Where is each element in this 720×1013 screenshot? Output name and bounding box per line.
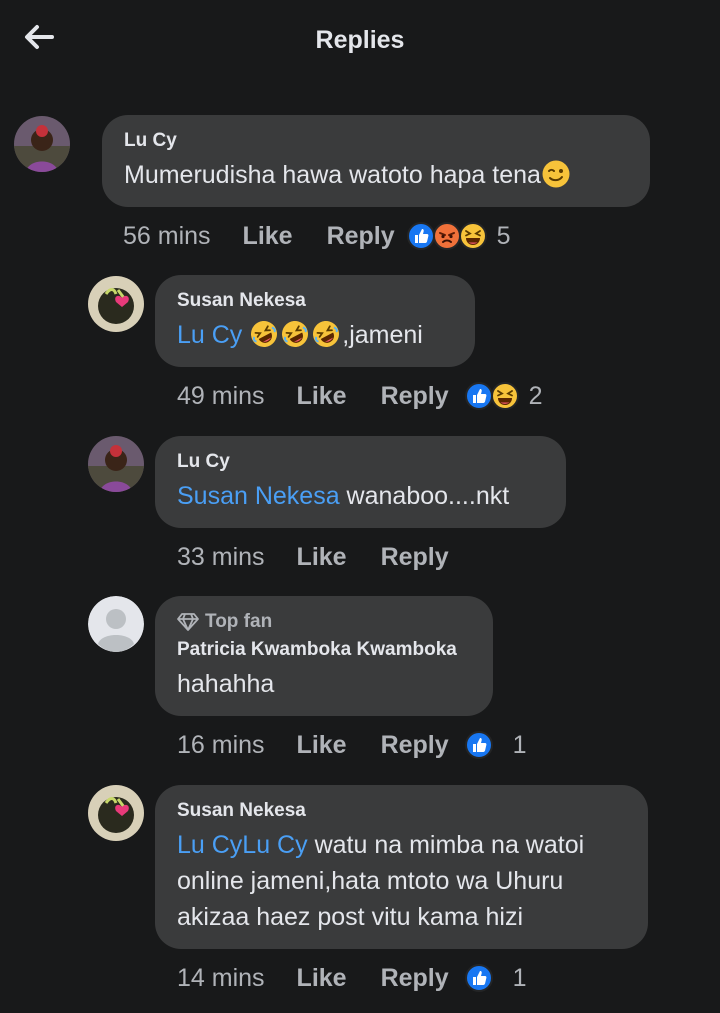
comment-bubble: Lu Cy Susan Nekesa wanaboo....nkt xyxy=(155,436,566,528)
reply-button[interactable]: Reply xyxy=(381,964,449,993)
like-icon xyxy=(465,382,493,410)
page-title: Replies xyxy=(315,26,405,54)
mention-link[interactable]: Lu CyLu Cy xyxy=(177,831,308,859)
comment-time: 16 mins xyxy=(177,730,265,759)
reaction-count: 1 xyxy=(512,963,527,992)
comment-text: Susan Nekesa wanaboo....nkt xyxy=(177,478,544,514)
like-icon xyxy=(465,731,493,759)
avatar-lu-cy[interactable] xyxy=(14,116,70,172)
reaction-count: 5 xyxy=(496,221,511,250)
rofl-emoji-icon xyxy=(249,319,279,349)
diamond-icon xyxy=(177,613,199,631)
angry-icon xyxy=(433,222,461,250)
like-button[interactable]: Like xyxy=(297,543,347,572)
comment-meta: 14 mins Like Reply 1 xyxy=(177,958,527,998)
reply-button[interactable]: Reply xyxy=(381,382,449,411)
mention-link[interactable]: Lu Cy xyxy=(177,321,242,349)
comment-meta: 49 mins Like Reply 2 xyxy=(177,376,543,416)
comment-text-body: wanaboo....nkt xyxy=(339,482,510,510)
like-button[interactable]: Like xyxy=(297,964,347,993)
comment-bubble: Susan Nekesa Lu Cy ,jameni xyxy=(155,275,475,367)
comment-time: 56 mins xyxy=(123,221,211,250)
top-fan-badge: Top fan xyxy=(177,610,471,634)
comment-bubble: Lu Cy Mumerudisha hawa watoto hapa tena xyxy=(102,115,650,207)
reaction-summary[interactable]: 1 xyxy=(465,731,527,760)
like-icon xyxy=(407,222,435,250)
comment-text: Lu Cy ,jameni xyxy=(177,317,453,353)
comment-text-body: ,jameni xyxy=(342,321,423,349)
comment-bubble: Susan Nekesa Lu CyLu Cy watu na mimba na… xyxy=(155,785,648,949)
comment-text: Mumerudisha hawa watoto hapa tena xyxy=(124,157,628,193)
rofl-emoji-icon xyxy=(280,319,310,349)
like-button[interactable]: Like xyxy=(243,222,293,251)
like-button[interactable]: Like xyxy=(297,382,347,411)
comment-author[interactable]: Susan Nekesa xyxy=(177,289,453,313)
comment-meta: 16 mins Like Reply 1 xyxy=(177,725,527,765)
comment-time: 49 mins xyxy=(177,381,265,410)
comment-bubble: Top fan Patricia Kwamboka Kwamboka hahah… xyxy=(155,596,493,716)
comment-time: 14 mins xyxy=(177,963,265,992)
comment-author[interactable]: Lu Cy xyxy=(124,129,628,153)
avatar-susan-nekesa[interactable] xyxy=(88,276,144,332)
comment-time: 33 mins xyxy=(177,542,265,571)
reaction-summary[interactable]: 1 xyxy=(465,964,527,993)
comment-meta: 33 mins Like Reply xyxy=(177,537,483,577)
rofl-emoji-icon xyxy=(311,319,341,349)
comment-author[interactable]: Patricia Kwamboka Kwamboka xyxy=(177,638,471,662)
comment-text: hahahha xyxy=(177,670,275,698)
comment-text: Lu CyLu Cy watu na mimba na watoi online… xyxy=(177,827,626,935)
top-fan-label: Top fan xyxy=(205,611,273,632)
reply-button[interactable]: Reply xyxy=(327,222,395,251)
reply-button[interactable]: Reply xyxy=(381,731,449,760)
avatar-susan-nekesa[interactable] xyxy=(88,785,144,841)
reaction-count: 1 xyxy=(512,730,527,759)
reaction-summary[interactable]: 5 xyxy=(407,222,511,251)
wink-emoji-icon xyxy=(541,159,571,189)
avatar-default[interactable] xyxy=(88,596,144,652)
like-icon xyxy=(465,964,493,992)
reaction-count: 2 xyxy=(528,381,543,410)
comment-author[interactable]: Lu Cy xyxy=(177,450,544,474)
comment-author[interactable]: Susan Nekesa xyxy=(177,799,626,823)
comment-text-body: Mumerudisha hawa watoto hapa tena xyxy=(124,161,541,189)
avatar-lu-cy[interactable] xyxy=(88,436,144,492)
like-button[interactable]: Like xyxy=(297,731,347,760)
laugh-icon xyxy=(459,222,487,250)
laugh-icon xyxy=(491,382,519,410)
reply-button[interactable]: Reply xyxy=(381,543,449,572)
reaction-summary[interactable]: 2 xyxy=(465,382,543,411)
mention-link[interactable]: Susan Nekesa xyxy=(177,482,340,510)
comment-meta: 56 mins Like Reply 5 xyxy=(123,216,511,256)
top-bar: Replies xyxy=(0,0,720,84)
